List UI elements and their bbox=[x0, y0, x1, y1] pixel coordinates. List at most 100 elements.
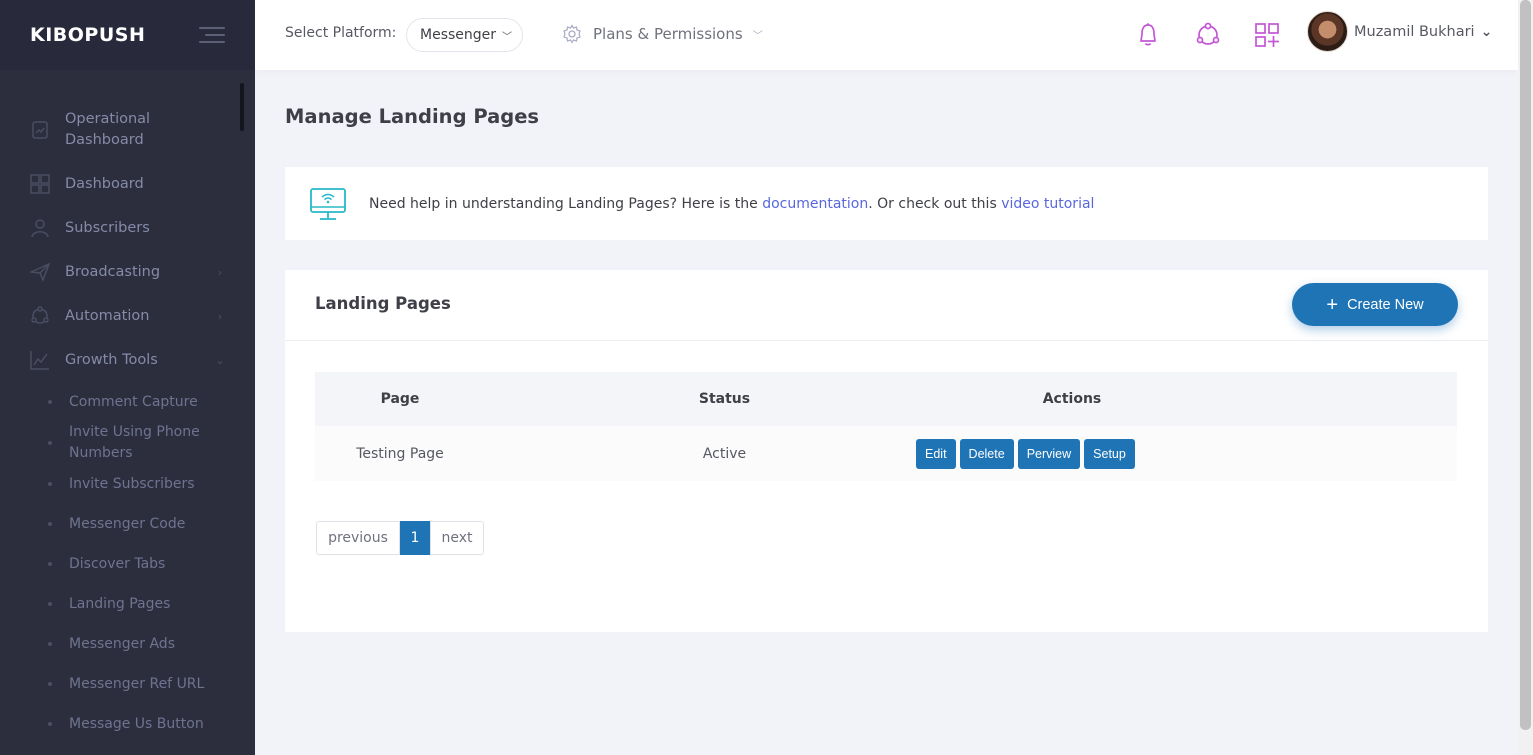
pagination-next[interactable]: next bbox=[430, 521, 484, 555]
table-header: Page Status Actions bbox=[315, 372, 1457, 426]
sidebar-subitem-messenger-ref-url[interactable]: Messenger Ref URL bbox=[0, 664, 255, 704]
preview-button[interactable]: Perview bbox=[1017, 438, 1081, 469]
page-scrollbar[interactable] bbox=[1518, 0, 1533, 755]
edit-button[interactable]: Edit bbox=[916, 438, 956, 469]
create-new-button[interactable]: + Create New bbox=[1292, 283, 1458, 326]
bullet-icon bbox=[48, 602, 52, 606]
sidebar-item-operational-dashboard[interactable]: Operational Dashboard bbox=[0, 98, 255, 162]
sidebar-item-label: Operational Dashboard bbox=[65, 111, 151, 148]
portlet-header: Landing Pages + Create New bbox=[285, 270, 1488, 341]
network-icon bbox=[30, 306, 50, 326]
line-chart-icon bbox=[30, 350, 50, 370]
page-title: Manage Landing Pages bbox=[285, 105, 540, 128]
pagination-previous[interactable]: previous bbox=[316, 521, 400, 555]
sidebar-menu: Operational Dashboard Dashboard Subscrib… bbox=[0, 98, 255, 744]
bullet-icon bbox=[48, 682, 52, 686]
bullet-icon bbox=[48, 522, 52, 526]
landing-pages-table: Page Status Actions Testing Page Active … bbox=[315, 372, 1457, 481]
chevron-down-icon: ﹀ bbox=[752, 30, 763, 42]
sidebar-item-label: Subscribers bbox=[65, 219, 150, 236]
menu-toggle-icon[interactable] bbox=[199, 27, 225, 43]
top-header: Select Platform: Messenger ﹀ Plans & Per… bbox=[255, 0, 1518, 70]
apps-add-icon[interactable] bbox=[1254, 22, 1280, 48]
video-tutorial-link[interactable]: video tutorial bbox=[1001, 196, 1094, 212]
row-actions: Edit Delete Perview Setup bbox=[916, 438, 1232, 469]
sidebar-item-label: Automation bbox=[65, 307, 150, 324]
table-row: Testing Page Active Edit Delete Perview … bbox=[315, 426, 1457, 481]
help-text-intro: Need help in understanding Landing Pages… bbox=[369, 195, 763, 212]
column-header-actions: Actions bbox=[1042, 391, 1102, 407]
delete-button[interactable]: Delete bbox=[959, 438, 1014, 469]
user-icon bbox=[30, 218, 50, 238]
bullet-icon bbox=[48, 722, 52, 726]
pagination: previous 1 next bbox=[316, 521, 484, 555]
sidebar-subitem-comment-capture[interactable]: Comment Capture bbox=[0, 382, 255, 422]
sidebar-item-growth-tools[interactable]: Growth Tools ⌄ bbox=[0, 338, 255, 382]
avatar bbox=[1307, 11, 1348, 52]
chevron-down-icon: ﹀ bbox=[502, 31, 513, 43]
sidebar-subitem-messenger-ads[interactable]: Messenger Ads bbox=[0, 624, 255, 664]
plus-icon: + bbox=[1326, 293, 1339, 316]
sidebar-subitem-label: Landing Pages bbox=[69, 595, 171, 612]
column-header-page[interactable]: Page bbox=[315, 391, 485, 407]
sidebar-subitem-label: Messenger Ref URL bbox=[69, 675, 205, 692]
sidebar-subitem-label: Discover Tabs bbox=[69, 555, 166, 572]
user-menu[interactable]: Muzamil Bukhari ⌄ bbox=[1307, 11, 1492, 52]
sidebar-item-subscribers[interactable]: Subscribers bbox=[0, 206, 255, 250]
chevron-right-icon: › bbox=[217, 265, 223, 279]
bullet-icon bbox=[48, 562, 52, 566]
sidebar-item-automation[interactable]: Automation › bbox=[0, 294, 255, 338]
landing-pages-portlet: Landing Pages + Create New Page Status A… bbox=[285, 270, 1488, 632]
sidebar-subitem-invite-subscribers[interactable]: Invite Subscribers bbox=[0, 464, 255, 504]
help-text: Need help in understanding Landing Pages… bbox=[369, 196, 1094, 212]
chevron-right-icon: › bbox=[217, 309, 223, 323]
column-header-status[interactable]: Status bbox=[485, 391, 912, 407]
platform-label: Select Platform: bbox=[285, 25, 397, 41]
user-name: Muzamil Bukhari bbox=[1354, 23, 1475, 40]
help-alert: Need help in understanding Landing Pages… bbox=[285, 167, 1488, 240]
bullet-icon bbox=[48, 441, 52, 445]
cell-status: Active bbox=[702, 445, 747, 462]
brand-logo[interactable]: KIBOPUSH bbox=[30, 24, 145, 46]
sidebar-subitem-message-us-button[interactable]: Message Us Button bbox=[0, 704, 255, 744]
sidebar: KIBOPUSH Operational Dashboard Dashboard… bbox=[0, 0, 255, 755]
portlet-title: Landing Pages bbox=[315, 294, 451, 313]
platform-select-value: Messenger bbox=[420, 27, 497, 43]
sidebar-subitem-invite-phone[interactable]: Invite Using Phone Numbers bbox=[0, 422, 255, 464]
chevron-down-icon: ⌄ bbox=[215, 353, 225, 367]
sidebar-subitem-label: Invite Subscribers bbox=[69, 475, 195, 492]
paper-plane-icon bbox=[28, 262, 51, 283]
monitor-wifi-icon bbox=[310, 187, 346, 220]
page-scrollbar-thumb[interactable] bbox=[1520, 0, 1531, 730]
sidebar-item-label: Growth Tools bbox=[65, 351, 158, 368]
sidebar-subitem-label: Invite Using Phone Numbers bbox=[69, 424, 200, 461]
documentation-link[interactable]: documentation bbox=[762, 196, 868, 212]
gear-icon bbox=[563, 24, 581, 44]
network-icon[interactable] bbox=[1195, 22, 1221, 48]
chevron-down-icon: ⌄ bbox=[1480, 23, 1493, 40]
sidebar-item-broadcasting[interactable]: Broadcasting › bbox=[0, 250, 255, 294]
sidebar-subitem-landing-pages[interactable]: Landing Pages bbox=[0, 584, 255, 624]
sidebar-subitem-label: Messenger Ads bbox=[69, 635, 175, 652]
bullet-icon bbox=[48, 642, 52, 646]
sidebar-subitem-label: Comment Capture bbox=[69, 393, 198, 410]
sidebar-item-label: Broadcasting bbox=[65, 263, 161, 280]
sidebar-subitem-label: Messenger Code bbox=[69, 515, 186, 532]
plans-permissions-label: Plans & Permissions bbox=[593, 25, 743, 43]
cell-page: Testing Page bbox=[356, 445, 444, 462]
bullet-icon bbox=[48, 400, 52, 404]
platform-select[interactable]: Messenger ﹀ bbox=[406, 18, 523, 52]
sidebar-subitem-label: Message Us Button bbox=[69, 715, 204, 732]
setup-button[interactable]: Setup bbox=[1084, 438, 1135, 469]
sidebar-subitem-discover-tabs[interactable]: Discover Tabs bbox=[0, 544, 255, 584]
sidebar-subitem-messenger-code[interactable]: Messenger Code bbox=[0, 504, 255, 544]
chart-file-icon bbox=[30, 120, 50, 140]
cell-actions: Edit Delete Perview Setup bbox=[912, 438, 1232, 469]
sidebar-item-label: Dashboard bbox=[65, 175, 144, 192]
help-text-middle: . Or check out this bbox=[868, 195, 1002, 212]
pagination-page-current[interactable]: 1 bbox=[400, 521, 430, 555]
sidebar-item-dashboard[interactable]: Dashboard bbox=[0, 162, 255, 206]
grid-icon bbox=[30, 174, 50, 194]
bell-icon[interactable] bbox=[1135, 22, 1161, 48]
plans-permissions-menu[interactable]: Plans & Permissions ﹀ bbox=[562, 24, 763, 44]
